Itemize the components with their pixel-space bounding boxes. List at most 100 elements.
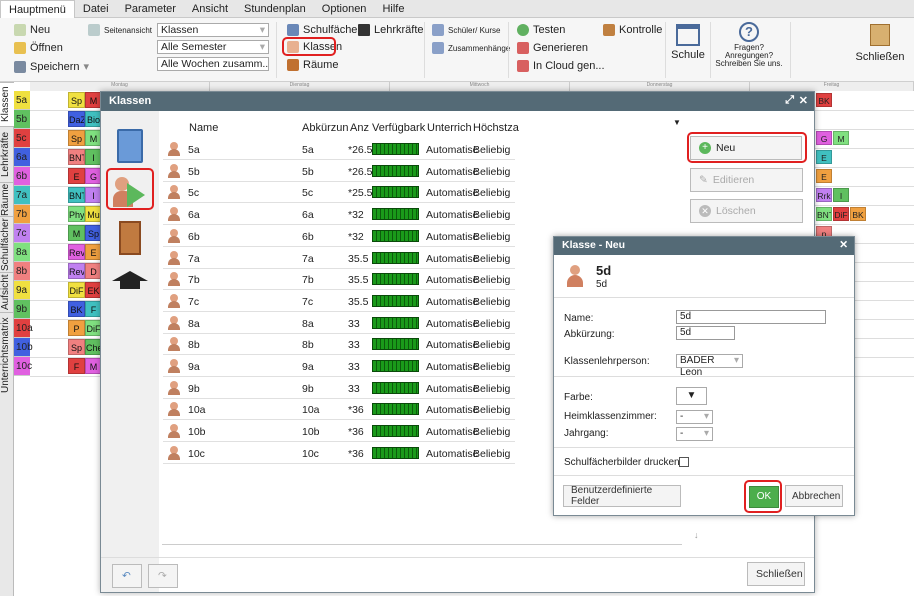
menu-hilfe[interactable]: Hilfe — [374, 0, 412, 18]
name-field[interactable]: 5d — [676, 310, 826, 324]
lesson-cell[interactable]: BNT — [816, 207, 832, 221]
tab-rooms[interactable]: Räume — [0, 182, 14, 216]
lesson-cell[interactable]: E — [816, 150, 832, 164]
lesson-cell[interactable]: Sp — [68, 92, 85, 108]
teachers-button[interactable]: Lehrkräfte — [358, 24, 424, 36]
students-courses-button[interactable]: Schüler/ Kurse — [432, 24, 500, 36]
menu-parameter[interactable]: Parameter — [117, 0, 184, 18]
control-button[interactable]: Kontrolle — [603, 24, 662, 36]
print-subject-images-checkbox[interactable] — [679, 457, 689, 467]
tab-classes[interactable]: Klassen — [0, 82, 14, 126]
close-icon[interactable]: ✕ — [839, 239, 848, 251]
table-row[interactable]: 8b 8b 33 Automatisc Beliebig — [163, 334, 515, 356]
availability-grid[interactable] — [372, 143, 419, 155]
availability-grid[interactable] — [372, 251, 419, 264]
column-header-name[interactable]: Name — [189, 122, 218, 134]
delete-class-button[interactable]: ✕ Löschen — [690, 199, 803, 223]
test-button[interactable]: Testen — [517, 24, 565, 36]
lesson-cell[interactable]: BK — [68, 301, 85, 317]
close-window-button[interactable]: Schließen — [747, 562, 805, 586]
availability-grid[interactable] — [372, 208, 419, 221]
menu-ansicht[interactable]: Ansicht — [184, 0, 236, 18]
availability-grid[interactable] — [372, 338, 419, 351]
table-row[interactable]: 10c 10c *36 Automatisc Beliebig — [163, 443, 515, 464]
lesson-cell[interactable]: DiF — [68, 282, 85, 298]
table-row[interactable]: 9b 9b 33 Automatisc Beliebig — [163, 378, 515, 399]
edit-class-button[interactable]: ✎ Editieren — [690, 168, 803, 192]
column-header-lessons[interactable]: Unterrich — [427, 122, 472, 134]
year-select[interactable]: - ▾ — [676, 427, 713, 441]
maximize-icon[interactable]: ⤢ — [785, 94, 794, 107]
table-row[interactable]: 9a 9a 33 Automatisc Beliebig — [163, 356, 515, 377]
column-header-max[interactable]: Höchstza — [473, 122, 519, 134]
lesson-cell[interactable]: P — [68, 320, 85, 336]
availability-grid[interactable] — [372, 425, 419, 438]
column-header-abbreviation[interactable]: Abkürzun — [302, 122, 348, 134]
table-row[interactable]: 10b 10b *36 Automatisc Beliebig — [163, 421, 515, 443]
lesson-cell[interactable]: Rrk — [816, 188, 832, 202]
class-teacher-select[interactable]: BADER Leon ▾ — [676, 354, 743, 378]
lesson-cell[interactable]: M — [833, 131, 849, 145]
lesson-cell[interactable]: Sp — [68, 339, 85, 355]
table-scrollbar[interactable] — [162, 544, 682, 545]
table-row[interactable]: 8a 8a 33 Automatisc Beliebig — [163, 313, 515, 334]
table-row[interactable]: 5c 5c *25.5 Automatisc Beliebig — [163, 182, 515, 204]
lesson-cell[interactable]: BNT — [68, 187, 85, 203]
table-row[interactable]: 7b 7b 35.5 Automatisc Beliebig — [163, 269, 515, 291]
lesson-cell[interactable]: BNT — [68, 149, 85, 165]
close-app-button[interactable]: Schließen — [855, 24, 905, 63]
cloud-generate-button[interactable]: In Cloud gen... — [517, 60, 605, 72]
lesson-cell[interactable]: Sp — [68, 130, 85, 146]
view-type-select[interactable]: Klassen ▾ — [157, 23, 269, 37]
menu-stundenplan[interactable]: Stundenplan — [236, 0, 314, 18]
school-button[interactable]: Schule — [670, 24, 706, 61]
redo-button[interactable]: ↷ — [148, 564, 178, 588]
availability-grid[interactable] — [372, 273, 419, 286]
lesson-cell[interactable]: G — [816, 131, 832, 145]
table-row[interactable]: 5a 5a *26.5 Automatisc Beliebig — [163, 139, 515, 160]
table-row[interactable]: 5b 5b *26.5 Automatisc Beliebig — [163, 161, 515, 182]
lesson-cell[interactable]: I — [833, 188, 849, 202]
lesson-cell[interactable]: M — [68, 225, 85, 241]
graduation-cap-icon[interactable] — [109, 263, 151, 305]
availability-grid[interactable] — [372, 403, 419, 416]
table-row[interactable]: 7a 7a 35.5 Automatisc Beliebig — [163, 248, 515, 269]
semester-select[interactable]: Alle Semester ▾ — [157, 40, 269, 54]
home-room-select[interactable]: - ▾ — [676, 410, 713, 424]
lesson-cell[interactable]: Rev — [68, 263, 85, 279]
availability-grid[interactable] — [372, 164, 419, 177]
lesson-cell[interactable]: BK — [850, 207, 866, 221]
lesson-cell[interactable]: BK — [816, 93, 832, 107]
lesson-cell[interactable]: F — [68, 358, 85, 374]
save-button[interactable]: Speichern ▾ — [14, 60, 89, 73]
availability-grid[interactable] — [372, 294, 419, 307]
rooms-button[interactable]: Räume — [287, 59, 338, 71]
weeks-select[interactable]: Alle Wochen zusamm...▾ — [157, 57, 269, 71]
menu-datei[interactable]: Datei — [75, 0, 117, 18]
availability-grid[interactable] — [372, 186, 419, 199]
availability-grid[interactable] — [372, 229, 419, 242]
cancel-button[interactable]: Abbrechen — [785, 485, 843, 507]
scroll-down-icon[interactable]: ↓ — [694, 530, 699, 540]
room-door-icon[interactable] — [109, 217, 151, 259]
custom-fields-button[interactable]: Benutzerdefinierte Felder — [563, 485, 681, 507]
open-button[interactable]: Öffnen — [14, 42, 63, 54]
availability-grid[interactable] — [372, 360, 419, 372]
feedback-button[interactable]: ? Fragen? Anregungen? Schreiben Sie uns. — [712, 22, 786, 68]
table-row[interactable]: 6b 6b *32 Automatisc Beliebig — [163, 226, 515, 247]
column-header-count[interactable]: Anz — [350, 122, 369, 134]
new-button[interactable]: Neu — [14, 24, 50, 36]
close-icon[interactable]: ✕ — [799, 94, 808, 107]
availability-grid[interactable] — [372, 316, 419, 329]
table-row[interactable]: 10a 10a *36 Automatisc Beliebig — [163, 399, 515, 421]
lesson-cell[interactable]: Rev — [68, 244, 85, 260]
relations-button[interactable]: Zusammenhänge — [432, 42, 510, 54]
subjects-book-icon[interactable] — [109, 125, 151, 167]
availability-grid[interactable] — [372, 446, 419, 459]
lesson-cell[interactable]: Phy — [68, 206, 85, 222]
subjects-button[interactable]: Schulfächer — [287, 24, 361, 36]
tab-teachers[interactable]: Lehrkräfte — [0, 126, 14, 182]
table-row[interactable]: 7c 7c 35.5 Automatisc Beliebig — [163, 291, 515, 312]
column-header-availability[interactable]: Verfügbark — [372, 122, 425, 134]
generate-button[interactable]: Generieren — [517, 42, 588, 54]
